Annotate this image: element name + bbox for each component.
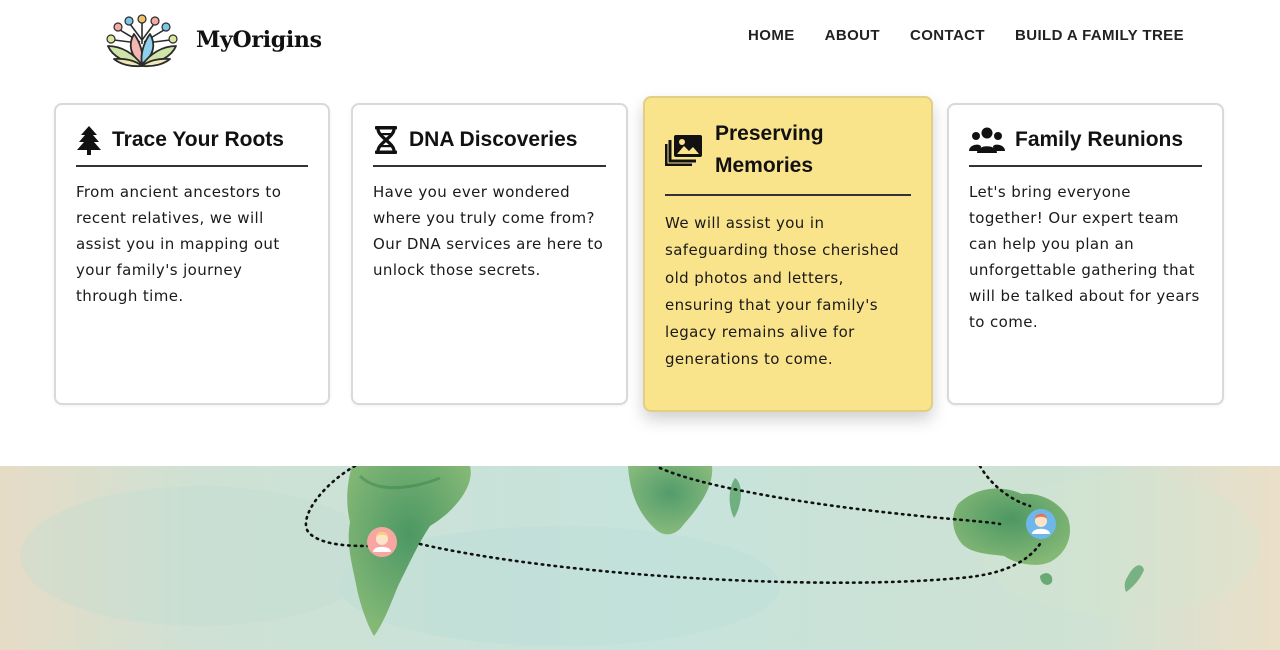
card-header: DNA Discoveries <box>373 125 606 168</box>
page: MyOrigins HOME ABOUT CONTACT BUILD A FAM… <box>0 0 1280 650</box>
tree-icon <box>77 126 101 156</box>
main-nav: HOME ABOUT CONTACT BUILD A FAMILY TREE <box>748 27 1184 44</box>
photo-album-icon <box>665 135 702 166</box>
nav-build-family-tree-link[interactable]: BUILD A FAMILY TREE <box>1015 27 1184 44</box>
card-description: Have you ever wondered where you truly c… <box>373 183 604 280</box>
lotus-family-tree-icon <box>106 14 178 68</box>
card-description: Let's bring everyone together! Our exper… <box>969 183 1200 332</box>
card-family-reunions[interactable]: Family Reunions Let's bring everyone tog… <box>947 103 1224 405</box>
brand-name: MyOrigins <box>196 27 322 53</box>
card-title: Preserving Memories <box>715 122 824 177</box>
person-marker-australia[interactable] <box>1026 509 1056 539</box>
person-marker-south-america[interactable] <box>367 527 397 557</box>
dna-icon <box>375 126 397 155</box>
nav-about-link[interactable]: ABOUT <box>825 27 880 44</box>
nav-contact-link[interactable]: CONTACT <box>910 27 985 44</box>
card-title: Trace Your Roots <box>112 128 284 151</box>
brand-logo-link[interactable]: MyOrigins <box>100 10 322 68</box>
card-header: Trace Your Roots <box>76 125 308 168</box>
card-preserving-memories[interactable]: Preserving Memories We will assist you i… <box>643 96 933 412</box>
card-title: DNA Discoveries <box>409 128 578 151</box>
card-dna-discoveries[interactable]: DNA Discoveries Have you ever wondered w… <box>351 103 628 405</box>
card-header: Family Reunions <box>969 125 1202 168</box>
nav-home-link[interactable]: HOME <box>748 27 795 44</box>
card-title: Family Reunions <box>1015 128 1184 151</box>
card-description: We will assist you in safeguarding those… <box>665 214 900 369</box>
card-description: From ancient ancestors to recent relativ… <box>76 183 282 306</box>
site-header: MyOrigins HOME ABOUT CONTACT BUILD A FAM… <box>0 0 1280 80</box>
card-header: Preserving Memories <box>665 118 911 196</box>
card-trace-your-roots[interactable]: Trace Your Roots From ancient ancestors … <box>54 103 330 405</box>
group-people-icon <box>969 127 1005 154</box>
world-map-watercolor <box>0 466 1280 650</box>
